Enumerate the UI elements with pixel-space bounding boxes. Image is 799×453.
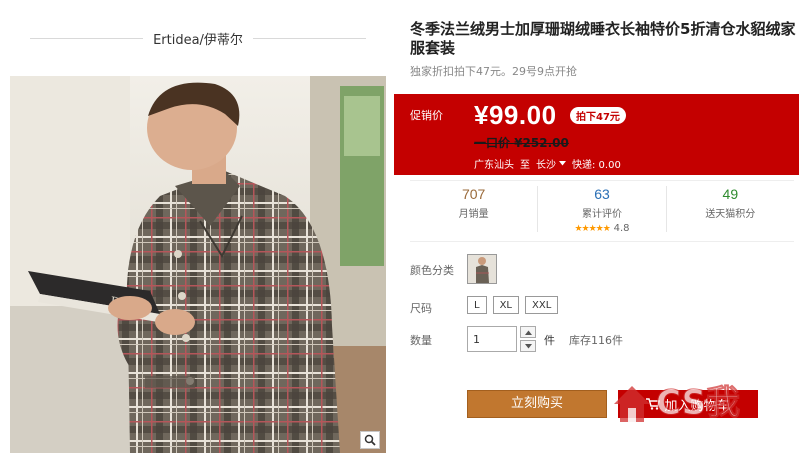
- product-subtitle: 独家折扣拍下47元。29号9点开抢: [410, 65, 577, 78]
- original-price-value: 252.00: [522, 136, 569, 150]
- size-option-l[interactable]: L: [467, 296, 487, 314]
- color-label: 颜色分类: [410, 264, 454, 277]
- size-label: 尺码: [410, 302, 432, 315]
- monthly-sales-value: 707: [461, 186, 486, 202]
- product-info: 冬季法兰绒男士加厚珊瑚绒睡衣长袖特价5折清仓水貂绒家服套装 独家折扣拍下47元。…: [392, 0, 799, 453]
- brand-header: Ertidea/伊蒂尔: [30, 28, 366, 48]
- monthly-sales: 707 月销量: [410, 186, 539, 232]
- destination: 长沙: [536, 160, 556, 171]
- color-option[interactable]: [467, 254, 497, 284]
- tmall-points-value: 49: [722, 186, 739, 202]
- stock-count: 库存116件: [569, 334, 623, 347]
- destination-selector[interactable]: 长沙: [536, 156, 566, 171]
- tmall-points-label: 送天猫积分: [705, 209, 756, 220]
- zoom-button[interactable]: [360, 431, 380, 449]
- discount-badge: 拍下47元: [570, 107, 626, 124]
- review-count[interactable]: 63 累计评价 ★★★★★ 4.8: [538, 186, 667, 234]
- price-label: 促销价: [410, 109, 443, 122]
- divider: [410, 241, 794, 242]
- pajama-model-image: D: [10, 76, 386, 453]
- svg-text:CS我: CS我: [656, 383, 740, 423]
- rating-stars: ★★★★★: [574, 224, 610, 234]
- size-option-xl[interactable]: XL: [492, 296, 519, 314]
- price-panel: 促销价 ¥99.00 拍下47元 一口价 ¥252.00 广东汕头 至 长沙 快…: [394, 94, 799, 175]
- divider: [410, 180, 794, 181]
- magnifier-icon: [364, 434, 376, 446]
- product-title: 冬季法兰绒男士加厚珊瑚绒睡衣长袖特价5折清仓水貂绒家服套装: [410, 20, 796, 57]
- size-options: L XL XXL: [467, 296, 559, 314]
- divider: [252, 37, 366, 39]
- ship-origin: 广东汕头: [474, 160, 514, 171]
- site-logo-watermark: CS我: [614, 383, 741, 424]
- chevron-down-icon: [524, 343, 532, 348]
- ship-to: 至: [520, 160, 530, 171]
- stats-bar: 707 月销量 63 累计评价 ★★★★★ 4.8 49 送天猫积分: [410, 186, 794, 234]
- current-price: ¥99.00: [474, 100, 557, 130]
- review-count-label: 累计评价: [581, 209, 622, 220]
- quantity-increase-button[interactable]: [520, 326, 536, 338]
- size-option-xxl[interactable]: XXL: [525, 296, 559, 314]
- chevron-up-icon: [524, 330, 532, 335]
- shipping-fee: 快递: 0.00: [572, 160, 621, 171]
- chevron-down-icon: [559, 161, 566, 166]
- review-count-value: 63: [594, 186, 610, 202]
- divider: [30, 37, 144, 39]
- quantity-unit: 件: [544, 334, 555, 347]
- tmall-points: 49 送天猫积分: [667, 186, 794, 232]
- quantity-label: 数量: [410, 334, 432, 347]
- product-photo[interactable]: D: [10, 76, 386, 453]
- original-price-prefix: 一口价 ¥: [474, 136, 523, 150]
- quantity-input[interactable]: 1: [467, 326, 517, 352]
- product-gallery: Ertidea/伊蒂尔: [0, 0, 390, 453]
- shipping-info: 广东汕头 至 长沙 快递: 0.00: [474, 156, 621, 171]
- monthly-sales-label: 月销量: [458, 209, 489, 220]
- brand-name[interactable]: Ertidea/伊蒂尔: [143, 29, 253, 48]
- quantity-decrease-button[interactable]: [520, 340, 536, 352]
- buy-now-button[interactable]: 立刻购买: [467, 390, 607, 418]
- original-price: 一口价 ¥252.00: [474, 134, 569, 151]
- rating-value: 4.8: [613, 223, 630, 234]
- color-thumbnail: [468, 255, 496, 283]
